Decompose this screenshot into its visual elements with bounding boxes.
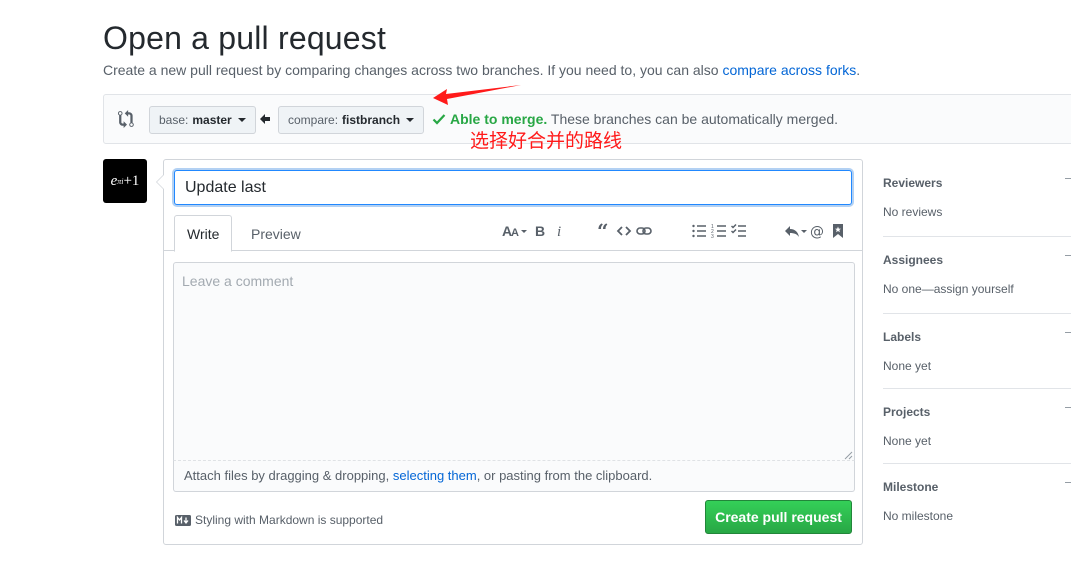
- avatar-base: e: [110, 172, 118, 189]
- sidebar-heading-milestone[interactable]: Milestone: [883, 480, 938, 494]
- code-icon[interactable]: [614, 221, 634, 241]
- sidebar-heading-projects[interactable]: Projects: [883, 405, 930, 419]
- git-compare-icon: [118, 110, 134, 128]
- sidebar-heading-reviewers[interactable]: Reviewers: [883, 176, 942, 190]
- sidebar-assignees: Assignees No one—assign yourself: [883, 237, 1071, 314]
- toolbar-insert-group: “: [594, 221, 654, 241]
- sidebar-value-milestone: No milestone: [883, 509, 954, 523]
- link-icon[interactable]: [634, 221, 654, 241]
- gear-icon[interactable]: [1065, 332, 1071, 338]
- toolbar-extra-group: @: [784, 221, 848, 241]
- gear-icon[interactable]: [1065, 407, 1071, 413]
- sidebar-value-reviewers: No reviews: [883, 205, 943, 219]
- mention-icon[interactable]: @: [808, 221, 828, 241]
- bold-icon[interactable]: B: [530, 221, 550, 241]
- attach-text: Attach files by dragging & dropping,: [184, 468, 393, 483]
- sidebar-projects: Projects None yet: [883, 389, 1071, 464]
- reply-icon[interactable]: [784, 221, 808, 241]
- toolbar-list-group: 123: [689, 221, 749, 241]
- numbered-list-icon[interactable]: 123: [709, 221, 729, 241]
- page-title: Open a pull request: [103, 20, 387, 56]
- avatar[interactable]: e πi +1: [103, 159, 147, 203]
- tab-preview[interactable]: Preview: [239, 215, 313, 252]
- base-branch-label: base:: [159, 113, 189, 127]
- resize-grip-icon[interactable]: [843, 450, 853, 460]
- pr-sidebar: Reviewers No reviews Assignees No one—as…: [883, 160, 1071, 539]
- base-branch-select[interactable]: base: master: [149, 106, 256, 134]
- attach-suffix: , or pasting from the clipboard.: [476, 468, 653, 483]
- svg-text:A: A: [511, 227, 519, 239]
- base-branch-value: master: [192, 113, 232, 127]
- tab-write[interactable]: Write: [174, 215, 233, 252]
- file-attach-bar[interactable]: Attach files by dragging & dropping, sel…: [173, 461, 855, 492]
- subtitle-suffix: .: [856, 62, 861, 78]
- subtitle-text: Create a new pull request by comparing c…: [103, 62, 723, 78]
- svg-text:i: i: [557, 224, 561, 239]
- sidebar-value-labels: None yet: [883, 359, 932, 373]
- avatar-tail: +1: [123, 172, 140, 189]
- gear-icon[interactable]: [1065, 482, 1071, 488]
- sidebar-labels: Labels None yet: [883, 314, 1071, 389]
- bookmark-icon[interactable]: [828, 221, 848, 241]
- create-pull-request-button[interactable]: Create pull request: [705, 500, 852, 534]
- comment-textarea[interactable]: [173, 262, 855, 461]
- quote-icon[interactable]: “: [594, 221, 614, 241]
- arrow-left-icon: [260, 114, 270, 124]
- task-list-icon[interactable]: [729, 221, 749, 241]
- compare-across-forks-link[interactable]: compare across forks: [722, 62, 856, 78]
- sidebar-heading-labels[interactable]: Labels: [883, 330, 921, 344]
- compare-branch-value: fistbranch: [342, 113, 401, 127]
- markdown-icon: [175, 515, 191, 526]
- sidebar-value-assignees[interactable]: No one—assign yourself: [883, 282, 1014, 296]
- pull-request-form: Write Preview AA B i “ 123: [156, 159, 863, 545]
- annotation-text: 选择好合并的路线: [470, 130, 623, 152]
- annotation-arrow-icon: [433, 85, 521, 105]
- pr-title-input[interactable]: [174, 170, 852, 205]
- page-subtitle: Create a new pull request by comparing c…: [103, 62, 860, 78]
- svg-text:“: “: [597, 223, 609, 239]
- check-icon: [432, 114, 446, 125]
- compare-branch-select[interactable]: compare: fistbranch: [278, 106, 425, 134]
- chevron-down-icon: [237, 118, 246, 122]
- select-files-link[interactable]: selecting them: [393, 468, 477, 483]
- bulleted-list-icon[interactable]: [689, 221, 709, 241]
- gear-icon[interactable]: [1065, 178, 1071, 184]
- sidebar-value-projects: None yet: [883, 434, 932, 448]
- merge-status-text: These branches can be automatically merg…: [547, 111, 839, 127]
- svg-text:B: B: [535, 223, 545, 239]
- sidebar-reviewers: Reviewers No reviews: [883, 160, 1071, 237]
- toolbar-text-group: AA B i: [502, 221, 570, 241]
- sidebar-heading-assignees[interactable]: Assignees: [883, 253, 943, 267]
- svg-text:3: 3: [711, 234, 714, 239]
- italic-icon[interactable]: i: [550, 221, 570, 241]
- compare-branch-label: compare:: [288, 113, 339, 127]
- merge-status: Able to merge. These branches can be aut…: [450, 111, 838, 127]
- merge-ok-text: Able to merge.: [450, 111, 548, 127]
- gear-icon[interactable]: [1065, 255, 1071, 261]
- sidebar-milestone: Milestone No milestone: [883, 464, 1071, 539]
- text-size-icon[interactable]: AA: [502, 221, 530, 241]
- chevron-down-icon: [406, 118, 415, 122]
- markdown-support-note[interactable]: Styling with Markdown is supported: [195, 513, 383, 527]
- svg-text:@: @: [810, 224, 824, 239]
